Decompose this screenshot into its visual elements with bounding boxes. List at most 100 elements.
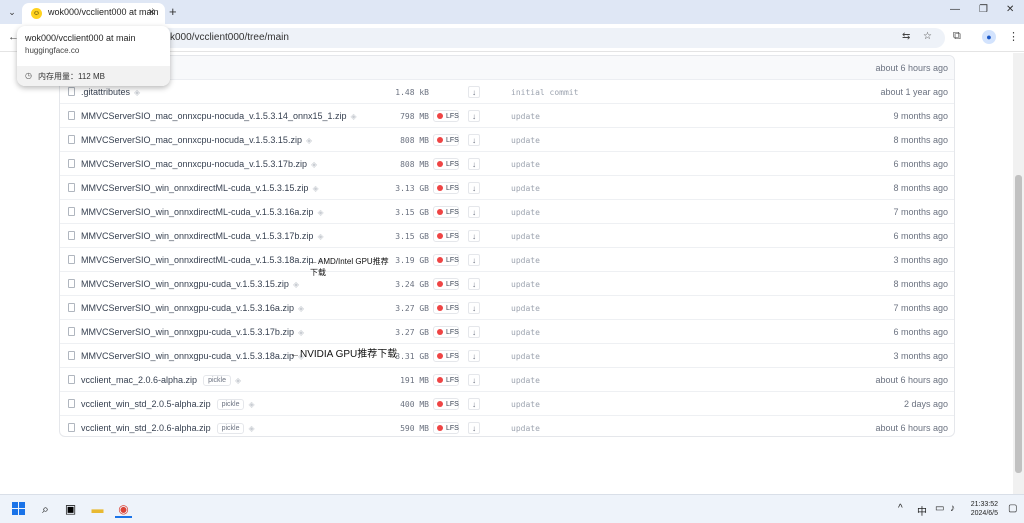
commit-message[interactable]: update (511, 232, 540, 241)
address-bar[interactable]: k000/vcclient000/tree/main ⇆ ☆ (150, 28, 945, 48)
file-name-link[interactable]: MMVCServerSIO_win_onnxdirectML-cuda_v.1.… (81, 207, 324, 217)
file-explorer-icon[interactable]: ▬ (89, 501, 106, 518)
commit-message[interactable]: update (511, 136, 540, 145)
task-view-icon[interactable]: ▣ (62, 501, 79, 518)
scrollbar-thumb[interactable] (1015, 175, 1022, 473)
tray-chevron-icon[interactable]: ^ (898, 503, 903, 514)
bookmark-star-icon[interactable]: ☆ (923, 31, 932, 42)
commit-message[interactable]: update (511, 304, 540, 313)
translate-icon[interactable]: ⇆ (902, 31, 910, 42)
copy-icon[interactable]: ◈ (235, 376, 241, 385)
file-name-link[interactable]: .gitattributes ◈ (81, 87, 140, 97)
commit-message[interactable]: update (511, 112, 540, 121)
minimize-icon[interactable]: — (950, 4, 960, 15)
file-name-link[interactable]: MMVCServerSIO_win_onnxgpu-cuda_v.1.5.3.1… (81, 351, 304, 361)
system-clock[interactable]: 21:33:52 2024/6/5 (968, 500, 998, 518)
close-window-icon[interactable]: ✕ (1006, 4, 1014, 15)
notifications-icon[interactable]: ▢ (1008, 503, 1017, 514)
download-icon[interactable]: ↓ (468, 398, 480, 410)
copy-icon[interactable]: ◈ (298, 304, 304, 313)
copy-icon[interactable]: ◈ (298, 328, 304, 337)
copy-icon[interactable]: ◈ (351, 112, 357, 121)
file-row[interactable]: MMVCServerSIO_win_onnxgpu-cuda_v.1.5.3.1… (60, 344, 954, 368)
file-name-link[interactable]: MMVCServerSIO_win_onnxgpu-cuda_v.1.5.3.1… (81, 303, 304, 313)
search-icon[interactable]: ⌕ (37, 501, 54, 518)
file-name-link[interactable]: MMVCServerSIO_mac_onnxcpu-nocuda_v.1.5.3… (81, 159, 317, 169)
download-icon[interactable]: ↓ (468, 254, 480, 266)
download-icon[interactable]: ↓ (468, 158, 480, 170)
volume-icon[interactable]: ♪ (950, 503, 955, 514)
file-row[interactable]: MMVCServerSIO_mac_onnxcpu-nocuda_v.1.5.3… (60, 152, 954, 176)
tab-close-icon[interactable]: ✕ (148, 7, 156, 18)
copy-icon[interactable]: ◈ (248, 400, 254, 409)
page-scrollbar[interactable] (1013, 53, 1024, 494)
file-row[interactable]: MMVCServerSIO_mac_onnxcpu-nocuda_v.1.5.3… (60, 104, 954, 128)
file-name-link[interactable]: vcclient_win_std_2.0.5-alpha.zip pickle ◈ (81, 399, 255, 410)
file-name-link[interactable]: vcclient_mac_2.0.6-alpha.zip pickle ◈ (81, 375, 241, 386)
profile-avatar-icon[interactable]: ● (982, 30, 996, 44)
lfs-dot-icon (437, 185, 443, 191)
commit-message[interactable]: update (511, 376, 540, 385)
copy-icon[interactable]: ◈ (134, 88, 140, 97)
download-icon[interactable]: ↓ (468, 206, 480, 218)
copy-icon[interactable]: ◈ (293, 280, 299, 289)
file-row[interactable]: MMVCServerSIO_win_onnxgpu-cuda_v.1.5.3.1… (60, 272, 954, 296)
copy-icon[interactable]: ◈ (317, 208, 323, 217)
windows-start-icon[interactable] (12, 502, 26, 516)
download-icon[interactable]: ↓ (468, 110, 480, 122)
file-row[interactable]: MMVCServerSIO_win_onnxdirectML-cuda_v.1.… (60, 200, 954, 224)
download-icon[interactable]: ↓ (468, 326, 480, 338)
browser-tab[interactable]: ☺ wok000/vcclient000 at main ✕ (22, 3, 165, 24)
file-row[interactable]: MMVCServerSIO_win_onnxdirectML-cuda_v.1.… (60, 176, 954, 200)
ime-indicator[interactable]: 中 (917, 503, 927, 518)
extensions-icon[interactable]: ⧉ (953, 30, 961, 43)
download-icon[interactable]: ↓ (468, 422, 480, 434)
file-name-link[interactable]: MMVCServerSIO_win_onnxdirectML-cuda_v.1.… (81, 183, 319, 193)
download-icon[interactable]: ↓ (468, 134, 480, 146)
network-icon[interactable]: ▭ (935, 503, 944, 514)
file-name-link[interactable]: MMVCServerSIO_mac_onnxcpu-nocuda_v.1.5.3… (81, 135, 312, 145)
download-icon[interactable]: ↓ (468, 374, 480, 386)
new-tab-button[interactable]: + (169, 4, 177, 19)
file-row[interactable]: vcclient_mac_2.0.6-alpha.zip pickle ◈ 191 M… (60, 368, 954, 392)
commit-message[interactable]: update (511, 184, 540, 193)
file-row[interactable]: .gitattributes ◈ 1.48 kB ↓ initial commit abo… (60, 80, 954, 104)
copy-icon[interactable]: ◈ (306, 136, 312, 145)
file-row[interactable]: MMVCServerSIO_mac_onnxcpu-nocuda_v.1.5.3… (60, 128, 954, 152)
file-row[interactable]: MMVCServerSIO_win_onnxgpu-cuda_v.1.5.3.1… (60, 296, 954, 320)
commit-message[interactable]: initial commit (511, 88, 578, 97)
restore-icon[interactable]: ❐ (979, 4, 988, 15)
commit-message[interactable]: update (511, 424, 540, 433)
file-name-link[interactable]: MMVCServerSIO_win_onnxgpu-cuda_v.1.5.3.1… (81, 279, 299, 289)
tab-search-icon[interactable]: ⌄ (5, 5, 19, 19)
file-row[interactable]: MMVCServerSIO_win_onnxdirectML-cuda_v.1.… (60, 248, 954, 272)
file-name-link[interactable]: MMVCServerSIO_win_onnxdirectML-cuda_v.1.… (81, 255, 324, 265)
file-row[interactable]: vcclient_win_std_2.0.6-alpha.zip pickle ◈ 5… (60, 416, 954, 440)
download-icon[interactable]: ↓ (468, 302, 480, 314)
commit-message[interactable]: update (511, 256, 540, 265)
commit-message[interactable]: update (511, 400, 540, 409)
file-name-link[interactable]: MMVCServerSIO_mac_onnxcpu-nocuda_v.1.5.3… (81, 111, 357, 121)
file-name-link[interactable]: MMVCServerSIO_win_onnxdirectML-cuda_v.1.… (81, 231, 324, 241)
file-row[interactable]: vcclient_win_std_2.0.5-alpha.zip pickle ◈ 4… (60, 392, 954, 416)
commit-message[interactable]: update (511, 352, 540, 361)
commit-message[interactable]: update (511, 208, 540, 217)
commit-message[interactable]: update (511, 328, 540, 337)
copy-icon[interactable]: ◈ (312, 184, 318, 193)
file-name-link[interactable]: vcclient_win_std_2.0.6-alpha.zip pickle ◈ (81, 423, 255, 434)
download-icon[interactable]: ↓ (468, 350, 480, 362)
download-icon[interactable]: ↓ (468, 86, 480, 98)
download-icon[interactable]: ↓ (468, 182, 480, 194)
file-row[interactable]: MMVCServerSIO_win_onnxgpu-cuda_v.1.5.3.1… (60, 320, 954, 344)
copy-icon[interactable]: ◈ (317, 232, 323, 241)
chrome-icon[interactable]: ◉ (115, 501, 132, 518)
file-name-link[interactable]: MMVCServerSIO_win_onnxgpu-cuda_v.1.5.3.1… (81, 327, 304, 337)
more-menu-icon[interactable]: ⋮ (1008, 30, 1019, 43)
download-icon[interactable]: ↓ (468, 278, 480, 290)
copy-icon[interactable]: ◈ (311, 160, 317, 169)
file-row[interactable]: MMVCServerSIO_win_onnxdirectML-cuda_v.1.… (60, 224, 954, 248)
copy-icon[interactable]: ◈ (248, 424, 254, 433)
download-icon[interactable]: ↓ (468, 230, 480, 242)
commit-message[interactable]: update (511, 160, 540, 169)
commit-message[interactable]: update (511, 280, 540, 289)
